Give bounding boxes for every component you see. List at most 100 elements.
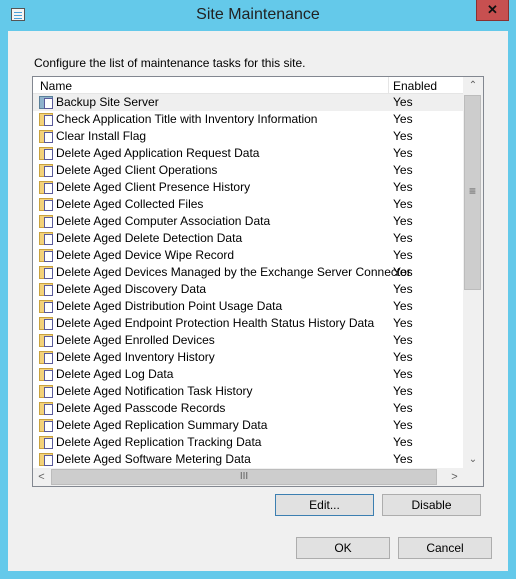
task-name: Delete Aged Log Data bbox=[56, 367, 174, 381]
edit-button[interactable]: Edit... bbox=[275, 494, 374, 516]
task-name: Check Application Title with Inventory I… bbox=[56, 112, 318, 126]
server-icon bbox=[39, 96, 53, 109]
scrollbar-corner bbox=[463, 468, 483, 486]
task-name: Delete Aged Distribution Point Usage Dat… bbox=[56, 299, 283, 313]
folder-icon bbox=[39, 419, 53, 432]
task-name: Backup Site Server bbox=[56, 95, 159, 109]
folder-icon bbox=[39, 147, 53, 160]
folder-icon bbox=[39, 351, 53, 364]
table-row[interactable]: Delete Aged Endpoint Protection Health S… bbox=[33, 315, 463, 332]
folder-icon bbox=[39, 164, 53, 177]
table-row[interactable]: Delete Aged Client Presence History Yes bbox=[33, 179, 463, 196]
window-title: Site Maintenance bbox=[196, 6, 320, 23]
table-row[interactable]: Delete Aged Client Operations Yes bbox=[33, 162, 463, 179]
task-name: Delete Aged Client Operations bbox=[56, 163, 218, 177]
table-row[interactable]: Delete Aged Replication Summary Data Yes bbox=[33, 417, 463, 434]
table-row[interactable]: Delete Aged Software Metering Data Yes bbox=[33, 451, 463, 468]
task-enabled: Yes bbox=[393, 146, 413, 160]
table-row[interactable]: Backup Site Server Yes bbox=[33, 94, 463, 111]
task-enabled: Yes bbox=[393, 435, 413, 449]
folder-icon bbox=[39, 130, 53, 143]
scroll-right-icon[interactable]: > bbox=[446, 468, 463, 486]
task-name: Delete Aged Computer Association Data bbox=[56, 214, 271, 228]
table-row[interactable]: Delete Aged Log Data Yes bbox=[33, 366, 463, 383]
task-name: Delete Aged Delete Detection Data bbox=[56, 231, 243, 245]
table-row[interactable]: Delete Aged Device Wipe Record Yes bbox=[33, 247, 463, 264]
task-name: Delete Aged Collected Files bbox=[56, 197, 204, 211]
task-enabled: Yes bbox=[393, 163, 413, 177]
task-name: Delete Aged Inventory History bbox=[56, 350, 215, 364]
table-row[interactable]: Delete Aged Enrolled Devices Yes bbox=[33, 332, 463, 349]
cancel-button[interactable]: Cancel bbox=[398, 537, 492, 559]
task-enabled: Yes bbox=[393, 452, 413, 466]
scroll-left-icon[interactable]: < bbox=[33, 468, 50, 486]
folder-icon bbox=[39, 402, 53, 415]
task-name: Delete Aged Endpoint Protection Health S… bbox=[56, 316, 375, 330]
list-header: Name Enabled bbox=[33, 77, 463, 94]
task-enabled: Yes bbox=[393, 248, 413, 262]
table-row[interactable]: Delete Aged Devices Managed by the Excha… bbox=[33, 264, 463, 281]
scroll-down-icon[interactable]: ⌄ bbox=[463, 451, 483, 468]
table-row[interactable]: Clear Install Flag Yes bbox=[33, 128, 463, 145]
task-enabled: Yes bbox=[393, 350, 413, 364]
table-row[interactable]: Delete Aged Application Request Data Yes bbox=[33, 145, 463, 162]
instruction-text: Configure the list of maintenance tasks … bbox=[34, 56, 306, 70]
folder-icon bbox=[39, 198, 53, 211]
task-name: Delete Aged Enrolled Devices bbox=[56, 333, 215, 347]
table-row[interactable]: Delete Aged Distribution Point Usage Dat… bbox=[33, 298, 463, 315]
folder-icon bbox=[39, 300, 53, 313]
folder-icon bbox=[39, 249, 53, 262]
task-name: Delete Aged Notification Task History bbox=[56, 384, 253, 398]
folder-icon bbox=[39, 453, 53, 466]
task-enabled: Yes bbox=[393, 214, 413, 228]
task-enabled: Yes bbox=[393, 180, 413, 194]
table-row[interactable]: Delete Aged Discovery Data Yes bbox=[33, 281, 463, 298]
table-row[interactable]: Delete Aged Collected Files Yes bbox=[33, 196, 463, 213]
task-enabled: Yes bbox=[393, 367, 413, 381]
folder-icon bbox=[39, 113, 53, 126]
table-row[interactable]: Delete Aged Inventory History Yes bbox=[33, 349, 463, 366]
folder-icon bbox=[39, 215, 53, 228]
task-enabled: Yes bbox=[393, 418, 413, 432]
task-name: Delete Aged Passcode Records bbox=[56, 401, 226, 415]
close-button[interactable]: ✕ bbox=[476, 0, 509, 21]
task-list[interactable]: Name Enabled Backup Site Server Yes Check … bbox=[32, 76, 484, 487]
folder-icon bbox=[39, 368, 53, 381]
table-row[interactable]: Check Application Title with Inventory I… bbox=[33, 111, 463, 128]
folder-icon bbox=[39, 317, 53, 330]
vertical-scrollbar[interactable]: ⌃ ≡ ⌄ bbox=[463, 77, 483, 468]
task-name: Delete Aged Replication Summary Data bbox=[56, 418, 268, 432]
table-row[interactable]: Delete Aged Passcode Records Yes bbox=[33, 400, 463, 417]
task-name: Clear Install Flag bbox=[56, 129, 147, 143]
task-enabled: Yes bbox=[393, 129, 413, 143]
task-name: Delete Aged Device Wipe Record bbox=[56, 248, 235, 262]
folder-icon bbox=[39, 385, 53, 398]
task-enabled: Yes bbox=[393, 333, 413, 347]
disable-button[interactable]: Disable bbox=[382, 494, 481, 516]
task-name: Delete Aged Devices Managed by the Excha… bbox=[56, 265, 411, 279]
folder-icon bbox=[39, 181, 53, 194]
folder-icon bbox=[39, 283, 53, 296]
task-name: Delete Aged Application Request Data bbox=[56, 146, 260, 160]
table-row[interactable]: Delete Aged Notification Task History Yes bbox=[33, 383, 463, 400]
vertical-scroll-thumb[interactable]: ≡ bbox=[464, 95, 481, 290]
table-row[interactable]: Delete Aged Replication Tracking Data Yes bbox=[33, 434, 463, 451]
column-divider[interactable] bbox=[388, 77, 389, 94]
task-enabled: Yes bbox=[393, 299, 413, 313]
table-row[interactable]: Delete Aged Delete Detection Data Yes bbox=[33, 230, 463, 247]
column-header-name[interactable]: Name bbox=[40, 79, 72, 93]
column-header-enabled[interactable]: Enabled bbox=[393, 79, 437, 93]
task-name: Delete Aged Software Metering Data bbox=[56, 452, 251, 466]
scroll-up-icon[interactable]: ⌃ bbox=[463, 77, 483, 94]
title-bar: Site Maintenance ✕ bbox=[0, 0, 516, 31]
task-enabled: Yes bbox=[393, 231, 413, 245]
folder-icon bbox=[39, 334, 53, 347]
task-name: Delete Aged Discovery Data bbox=[56, 282, 207, 296]
task-enabled: Yes bbox=[393, 95, 413, 109]
horizontal-scrollbar[interactable]: < III > bbox=[33, 468, 463, 486]
horizontal-scroll-thumb[interactable]: III bbox=[51, 469, 437, 485]
task-name: Delete Aged Client Presence History bbox=[56, 180, 251, 194]
task-enabled: Yes bbox=[393, 265, 413, 279]
ok-button[interactable]: OK bbox=[296, 537, 390, 559]
table-row[interactable]: Delete Aged Computer Association Data Yes bbox=[33, 213, 463, 230]
